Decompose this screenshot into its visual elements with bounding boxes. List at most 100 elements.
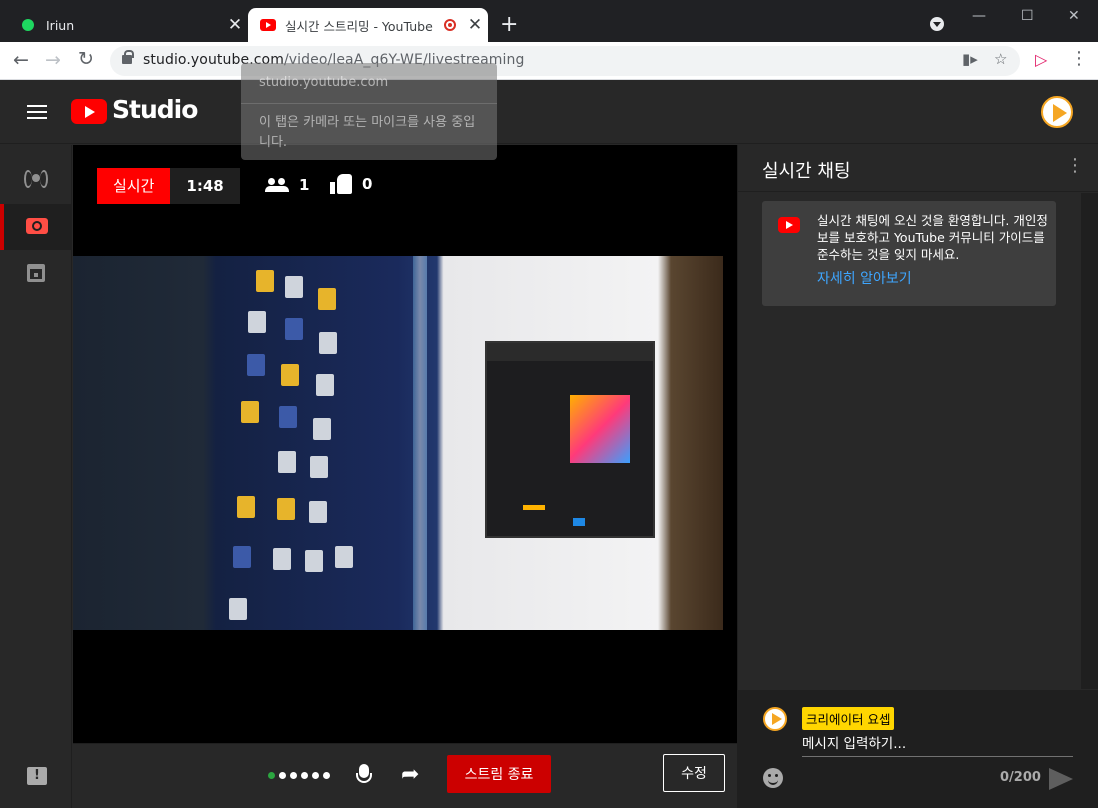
end-stream-button[interactable]: 스트림 종료 — [447, 755, 551, 793]
youtube-logo-icon[interactable] — [71, 99, 107, 124]
desktop-file-icon — [319, 332, 337, 354]
maximize-button[interactable]: ☐ — [1021, 8, 1034, 24]
microphone-icon[interactable] — [356, 764, 372, 783]
desktop-file-icon — [248, 311, 266, 333]
screen-yellow-mark — [523, 505, 545, 510]
desktop-file-icon — [313, 418, 331, 440]
channel-avatar[interactable] — [1041, 96, 1073, 128]
like-count: 0 — [330, 174, 372, 194]
camera-usage-popup: studio.youtube.com 이 탭은 카메라 또는 마이크를 사용 중… — [241, 63, 497, 160]
character-count: 0/200 — [1000, 770, 1041, 785]
recycle-bin-icon — [229, 598, 247, 620]
desktop-file-icon — [278, 451, 296, 473]
left-navigation — [0, 145, 72, 808]
desktop-file-icon — [237, 496, 255, 518]
welcome-text: 실시간 채팅에 오신 것을 환영합니다. 개인정보를 보호하고 YouTube … — [817, 213, 1048, 262]
youtube-favicon-icon — [260, 19, 276, 31]
back-arrow-icon[interactable]: ← — [13, 49, 29, 71]
screen-glare — [413, 256, 427, 630]
calendar-icon — [27, 264, 45, 282]
nav-manage[interactable] — [0, 252, 72, 298]
menu-icon[interactable] — [27, 105, 47, 119]
new-tab-button[interactable]: + — [500, 12, 518, 37]
tab-iriun[interactable]: Iriun ✕ — [8, 8, 248, 42]
popup-message: 이 탭은 카메라 또는 마이크를 사용 중입니다. — [259, 115, 476, 150]
desktop-file-icon — [241, 401, 259, 423]
tab-search-icon[interactable] — [930, 17, 944, 31]
studio-header: Studio — [0, 80, 1098, 144]
chat-header: 실시간 채팅 ⋮ — [738, 145, 1098, 192]
desktop-file-icon — [277, 498, 295, 520]
stream-controls: ➦ 스트림 종료 수정 — [73, 743, 737, 808]
tab-title: 실시간 스트리밍 - YouTube — [285, 18, 433, 34]
thumbs-up-icon — [330, 174, 352, 194]
author-avatar — [763, 707, 787, 731]
minimize-button[interactable]: — — [972, 8, 986, 24]
more-options-icon[interactable]: ⋮ — [1066, 155, 1084, 176]
desktop-file-icon — [309, 501, 327, 523]
close-window-button[interactable]: ✕ — [1068, 8, 1080, 24]
likes-value: 0 — [362, 175, 373, 193]
desktop-file-icon — [273, 548, 291, 570]
camera-video-feed — [73, 256, 723, 630]
desktop-file-icon — [335, 546, 353, 568]
author-name-badge: 크리에이터 요셉 — [802, 707, 895, 730]
tab-close-icon[interactable]: ✕ — [462, 15, 488, 35]
tab-close-icon[interactable]: ✕ — [222, 15, 248, 35]
edit-button[interactable]: 수정 — [663, 754, 725, 792]
screen-blue-mark — [573, 518, 585, 526]
bookmark-star-icon[interactable]: ☆ — [994, 50, 1007, 68]
forward-arrow-icon[interactable]: → — [45, 49, 61, 71]
desktop-file-icon — [310, 456, 328, 478]
nav-webcam[interactable] — [0, 204, 72, 250]
extension-play-icon[interactable]: ▷ — [1035, 50, 1047, 69]
desktop-file-icon — [281, 364, 299, 386]
stream-duration: 1:48 — [170, 168, 240, 204]
desktop-file-icon — [318, 288, 336, 310]
chat-welcome-message: 실시간 채팅에 오신 것을 환영합니다. 개인정보를 보호하고 YouTube … — [762, 201, 1056, 306]
nav-stream[interactable] — [0, 157, 72, 203]
browser-menu-icon[interactable]: ⋮ — [1070, 48, 1088, 69]
screen-thumbnail — [570, 395, 630, 463]
chat-message-input[interactable] — [802, 731, 1073, 757]
learn-more-link[interactable]: 자세히 알아보기 — [817, 268, 912, 288]
desktop-file-icon — [305, 550, 323, 572]
iriun-favicon-icon — [22, 19, 34, 31]
viewers-value: 1 — [299, 176, 310, 194]
camera-in-use-icon[interactable]: ▮▸ — [962, 50, 978, 68]
carousel-indicator[interactable] — [268, 772, 330, 779]
desktop-file-icon — [256, 270, 274, 292]
send-icon[interactable] — [1049, 768, 1073, 790]
viewers-icon — [265, 178, 289, 192]
screen-topbar — [487, 343, 653, 361]
feedback-icon[interactable]: ! — [27, 767, 47, 785]
lock-icon — [122, 50, 134, 64]
desktop-file-icon — [233, 546, 251, 568]
live-label: 실시간 — [97, 168, 171, 204]
broadcast-icon — [24, 170, 48, 188]
desktop-file-icon — [279, 406, 297, 428]
browser-toolbar: ← → ↻ studio.youtube.com/video/leaA_q6Y-… — [0, 42, 1098, 80]
chat-scrollbar[interactable] — [1081, 193, 1098, 689]
desktop-file-icon — [247, 354, 265, 376]
tab-live-streaming[interactable]: 실시간 스트리밍 - YouTube ✕ — [248, 8, 488, 42]
emoji-icon[interactable] — [763, 768, 783, 788]
share-icon[interactable]: ➦ — [401, 764, 419, 786]
camera-icon — [26, 218, 48, 234]
youtube-icon — [778, 217, 800, 233]
desktop-file-icon — [316, 374, 334, 396]
desktop-file-icon — [285, 318, 303, 340]
live-chat-panel: 실시간 채팅 ⋮ 실시간 채팅에 오신 것을 환영합니다. 개인정보를 보호하고… — [737, 145, 1098, 808]
viewer-count: 1 — [265, 176, 309, 194]
desktop-file-icon — [285, 276, 303, 298]
browser-tab-bar: Iriun ✕ 실시간 스트리밍 - YouTube ✕ + — ☐ ✕ — [0, 0, 1098, 42]
live-preview-panel: 실시간 1:48 1 0 — [73, 145, 737, 743]
live-status-badge: 실시간 1:48 — [97, 168, 240, 204]
chat-input-area: 크리에이터 요셉 0/200 — [738, 690, 1098, 808]
monitor-screen-preview — [485, 341, 655, 538]
studio-logo-text[interactable]: Studio — [112, 95, 198, 124]
reload-icon[interactable]: ↻ — [78, 48, 94, 70]
recording-indicator-icon — [444, 19, 456, 31]
chat-title: 실시간 채팅 — [762, 161, 851, 182]
popup-divider — [241, 103, 497, 104]
